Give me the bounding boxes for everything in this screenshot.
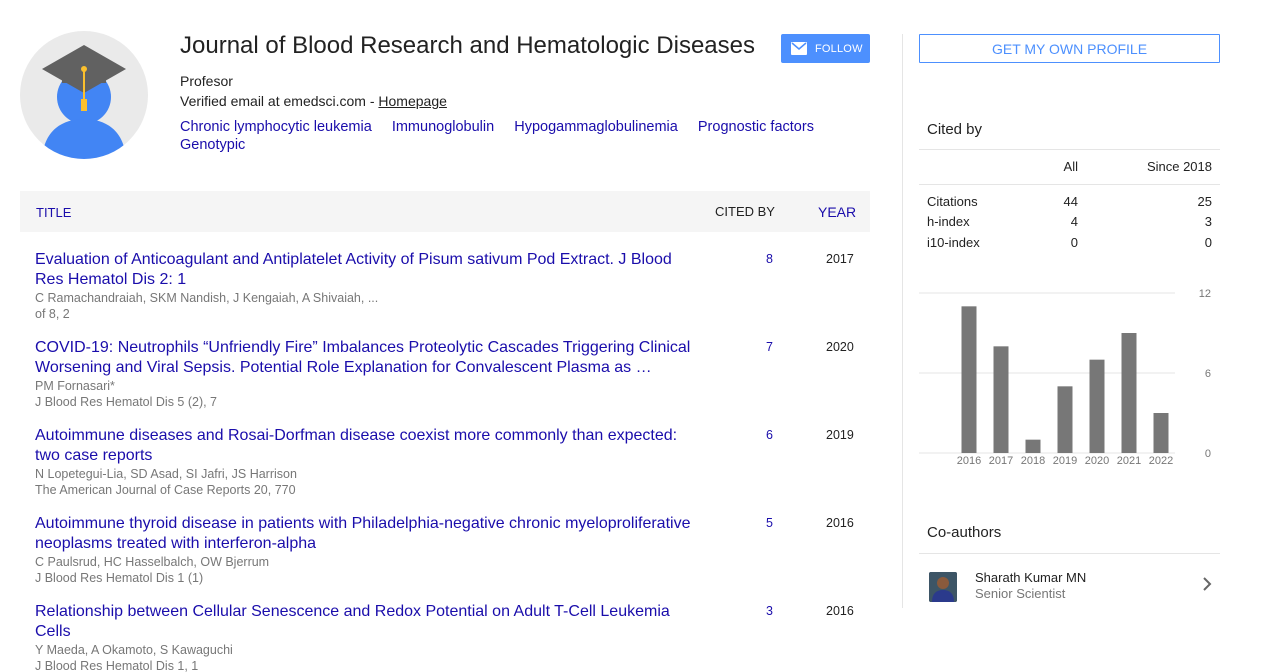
article-year: 2019 <box>826 428 854 442</box>
chart-bar[interactable] <box>1057 386 1073 453</box>
x-tick-label: 2019 <box>1053 455 1077 467</box>
verified-text: Verified email at emedsci.com - <box>180 93 379 109</box>
cited-count[interactable]: 6 <box>766 428 773 442</box>
interest-link[interactable]: Immunoglobulin <box>392 119 494 135</box>
divider <box>919 184 1220 185</box>
sort-by-year[interactable]: YEAR <box>818 204 856 220</box>
follow-label: FOLLOW <box>815 42 863 55</box>
article-venue: The American Journal of Case Reports 20,… <box>35 483 296 497</box>
table-row: Autoimmune thyroid disease in patients w… <box>35 514 870 586</box>
profile-avatar <box>20 31 148 159</box>
article-authors: C Paulsrud, HC Hasselbalch, OW Bjerrum <box>35 555 270 569</box>
stats-since: 25 <box>1197 194 1212 209</box>
table-row: Autoimmune diseases and Rosai-Dorfman di… <box>35 426 870 498</box>
sort-by-title[interactable]: TITLE <box>36 205 71 220</box>
cited-count[interactable]: 3 <box>766 604 773 618</box>
article-title[interactable]: Autoimmune diseases and Rosai-Dorfman di… <box>35 426 700 466</box>
homepage-link[interactable]: Homepage <box>378 93 447 109</box>
x-tick-label: 2017 <box>989 455 1013 467</box>
affiliation: Profesor <box>180 73 233 89</box>
coauthor-avatar <box>929 572 957 602</box>
chart-bar[interactable] <box>1121 333 1137 453</box>
stats-label: h-index <box>927 214 970 229</box>
interest-link[interactable]: Genotypic <box>180 137 245 153</box>
article-year: 2016 <box>826 516 854 530</box>
sidebar-divider <box>902 34 903 608</box>
profile-name: Journal of Blood Research and Hematologi… <box>180 32 755 59</box>
article-authors: Y Maeda, A Okamoto, S Kawaguchi <box>35 643 233 657</box>
person-icon <box>929 572 957 602</box>
articles-table-header: TITLE CITED BY YEAR <box>20 191 870 232</box>
y-tick-label: 12 <box>1199 288 1211 300</box>
coauthors-title: Co-authors <box>927 524 1002 541</box>
chevron-right-icon <box>1203 577 1212 591</box>
x-tick-label: 2021 <box>1117 455 1141 467</box>
coauthor-item[interactable]: Sharath Kumar MN Senior Scientist <box>919 560 1220 608</box>
cited-count[interactable]: 8 <box>766 252 773 266</box>
article-title[interactable]: Relationship between Cellular Senescence… <box>35 602 700 642</box>
stats-row: h-index 4 3 <box>919 214 1220 234</box>
x-tick-label: 2020 <box>1085 455 1109 467</box>
stats-row: Citations 44 25 <box>919 194 1220 214</box>
article-year: 2020 <box>826 340 854 354</box>
article-venue: of 8, 2 <box>35 307 70 321</box>
chart-bar[interactable] <box>1153 413 1169 453</box>
stats-all: 0 <box>1070 235 1078 250</box>
article-title[interactable]: COVID-19: Neutrophils “Unfriendly Fire” … <box>35 338 700 378</box>
chart-bar[interactable] <box>993 346 1009 453</box>
cited-count[interactable]: 7 <box>766 340 773 354</box>
verified-email: Verified email at emedsci.com - Homepage <box>180 93 447 109</box>
stats-col-all: All <box>1063 159 1078 174</box>
x-tick-label: 2016 <box>957 455 981 467</box>
coauthor-affiliation: Senior Scientist <box>975 586 1066 601</box>
table-row: Evaluation of Anticoagulant and Antiplat… <box>35 250 870 322</box>
x-tick-label: 2018 <box>1021 455 1045 467</box>
stats-all: 4 <box>1070 214 1078 229</box>
cited-by-title: Cited by <box>927 121 983 138</box>
table-row: Relationship between Cellular Senescence… <box>35 602 870 672</box>
y-tick-label: 6 <box>1205 368 1211 380</box>
chart-bar[interactable] <box>1025 439 1041 453</box>
table-row: COVID-19: Neutrophils “Unfriendly Fire” … <box>35 338 870 410</box>
y-tick-label: 0 <box>1205 448 1211 460</box>
stats-since: 3 <box>1204 214 1212 229</box>
article-authors: PM Fornasari* <box>35 379 115 393</box>
stats-label: Citations <box>927 194 978 209</box>
coauthor-name: Sharath Kumar MN <box>975 570 1087 585</box>
mail-icon <box>791 41 807 55</box>
chart-bar[interactable] <box>1089 359 1105 453</box>
cited-count[interactable]: 5 <box>766 516 773 530</box>
divider <box>919 553 1220 554</box>
cited-by-header: CITED BY <box>715 204 775 219</box>
chart-bar[interactable] <box>961 306 977 453</box>
stats-all: 44 <box>1063 194 1078 209</box>
article-title[interactable]: Autoimmune thyroid disease in patients w… <box>35 514 700 554</box>
article-authors: C Ramachandraiah, SKM Nandish, J Kengaia… <box>35 291 379 305</box>
graduate-icon <box>42 45 126 159</box>
x-tick-label: 2022 <box>1149 455 1173 467</box>
stats-col-since: Since 2018 <box>1146 159 1212 174</box>
article-year: 2016 <box>826 604 854 618</box>
stats-label: i10-index <box>927 235 980 250</box>
interest-link[interactable]: Chronic lymphocytic leukemia <box>180 119 372 135</box>
article-year: 2017 <box>826 252 854 266</box>
interest-link[interactable]: Hypogammaglobulinemia <box>514 119 678 135</box>
interest-link[interactable]: Prognostic factors <box>698 119 814 135</box>
article-venue: J Blood Res Hematol Dis 5 (2), 7 <box>35 395 218 409</box>
article-authors: N Lopetegui-Lia, SD Asad, SI Jafri, JS H… <box>35 467 297 481</box>
article-venue: J Blood Res Hematol Dis 1 (1) <box>35 571 204 585</box>
follow-button[interactable]: FOLLOW <box>781 34 870 63</box>
article-title[interactable]: Evaluation of Anticoagulant and Antiplat… <box>35 250 700 290</box>
stats-header-row: All Since 2018 <box>919 159 1220 179</box>
citations-chart: 12 6 0 2016 2017 2018 2019 2020 2021 2022 <box>919 288 1211 467</box>
stats-row: i10-index 0 0 <box>919 235 1220 255</box>
get-profile-button[interactable]: GET MY OWN PROFILE <box>919 34 1220 63</box>
divider <box>919 149 1220 150</box>
stats-since: 0 <box>1204 235 1212 250</box>
research-interests: Chronic lymphocytic leukemia Immunoglobu… <box>180 118 840 154</box>
article-venue: J Blood Res Hematol Dis 1, 1 <box>35 659 199 672</box>
